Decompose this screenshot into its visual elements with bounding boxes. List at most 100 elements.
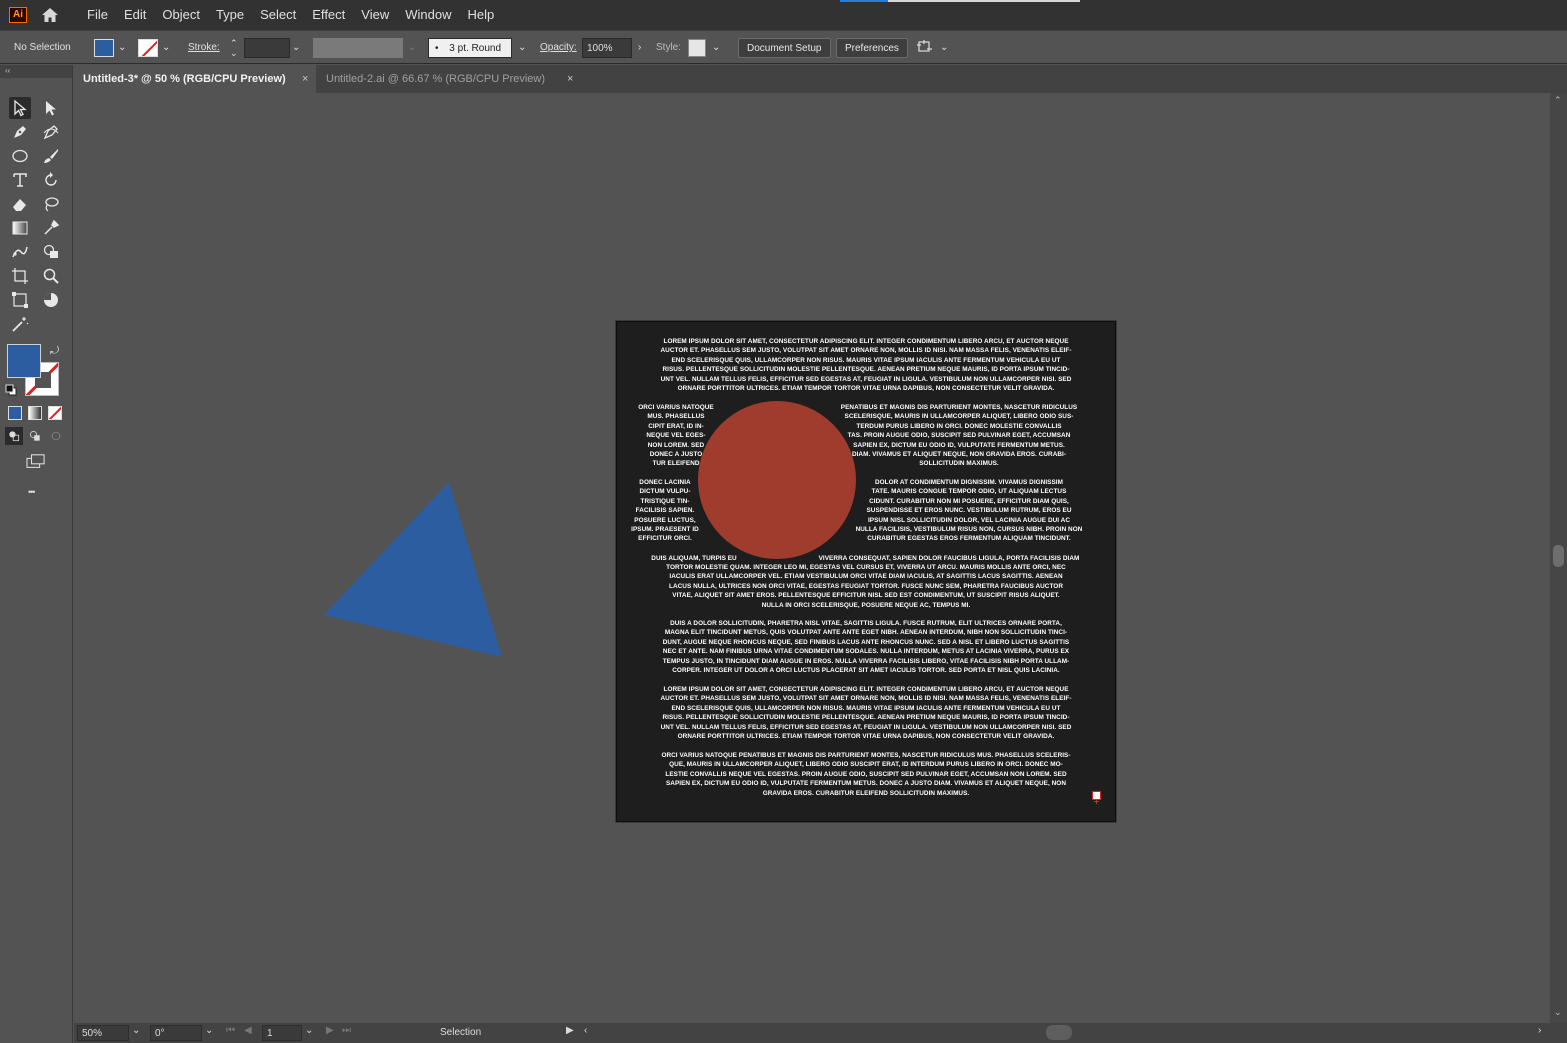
fill-dropdown-chevron-icon[interactable]: ⌄ [118,38,126,58]
stroke-weight-stepper[interactable]: ⌃ ⌄ [230,38,238,58]
color-mode-icon[interactable] [8,406,22,420]
stroke-label[interactable]: Stroke: [188,38,220,58]
fill-color-box[interactable] [7,344,41,378]
shape-builder-tool-icon[interactable] [40,241,62,263]
change-screen-mode-icon[interactable] [24,452,48,472]
close-icon[interactable]: × [567,65,573,93]
lasso-tool-icon[interactable] [40,193,62,215]
text-paragraph-5[interactable]: DUIS A DOLOR SOLLICITUDIN, PHARETRA NISL… [629,619,1103,675]
stroke-swatch[interactable] [138,39,158,59]
default-fill-stroke-icon[interactable] [5,383,17,396]
tab-untitled-2[interactable]: Untitled-2.ai @ 66.67 % (RGB/CPU Preview… [317,65,581,93]
scroll-up-icon[interactable]: ⌃ [1554,95,1562,106]
variable-width-profile[interactable] [313,38,403,58]
vertical-scroll-thumb[interactable] [1553,545,1564,567]
menu-type[interactable]: Type [208,0,252,30]
selection-tool-icon[interactable] [9,97,31,119]
stroke-dropdown-chevron-icon[interactable]: ⌄ [162,38,170,58]
text-wrap-right-1[interactable]: PENATIBUS ET MAGNIS DIS PARTURIENT MONTE… [815,403,1103,469]
close-icon[interactable]: × [302,65,308,93]
text-wrap-right-2[interactable]: DOLOR AT CONDIMENTUM DIGNISSIM. VIVAMUS … [837,478,1101,544]
menu-effect[interactable]: Effect [304,0,353,30]
brush-bullet-icon: • [435,43,439,54]
brush-chevron-icon[interactable]: ⌄ [518,38,526,58]
preferences-button[interactable]: Preferences [836,38,908,58]
vertical-scrollbar[interactable]: ⌃ ⌄ [1550,93,1567,1023]
puppet-warp-tool-icon[interactable] [9,241,31,263]
stroke-weight-chevron-icon[interactable]: ⌄ [292,38,300,58]
eyedropper-tool-icon[interactable] [40,217,62,239]
status-menu-arrow-icon[interactable]: ▶ [566,1025,574,1036]
none-mode-icon[interactable] [48,406,62,420]
scroll-down-icon[interactable]: ⌄ [1554,1007,1562,1018]
fill-swatch[interactable] [94,39,114,59]
artboard-chevron-icon[interactable]: ⌄ [305,1025,313,1036]
menu-view[interactable]: View [353,0,397,30]
direct-selection-tool-icon[interactable] [40,97,62,119]
menu-help[interactable]: Help [459,0,502,30]
zoom-input[interactable]: 50% [77,1025,129,1041]
document-setup-button[interactable]: Document Setup [738,38,831,58]
ellipse-tool-icon[interactable] [9,145,31,167]
menu-window[interactable]: Window [397,0,459,30]
menu-edit[interactable]: Edit [116,0,154,30]
last-artboard-icon[interactable]: ⏭ [342,1025,351,1036]
scroll-right-icon[interactable]: › [1538,1025,1541,1036]
menu-select[interactable]: Select [252,0,304,30]
scroll-left-icon[interactable]: ‹ [584,1025,587,1036]
opacity-arrow-icon[interactable]: › [638,38,641,58]
rotate-tool-icon[interactable] [40,169,62,191]
profile-chevron-icon[interactable]: ⌄ [408,38,416,58]
draw-behind-icon[interactable] [26,427,44,445]
previous-artboard-icon[interactable]: ◀ [244,1025,252,1036]
paintbrush-tool-icon[interactable] [40,145,62,167]
home-icon[interactable] [39,5,61,25]
gradient-tool-icon[interactable] [9,217,31,239]
menu-file[interactable]: File [79,0,116,30]
text-overflow-icon[interactable] [1092,791,1101,804]
gradient-mode-icon[interactable] [28,406,42,420]
rotation-chevron-icon[interactable]: ⌄ [205,1025,213,1036]
first-artboard-icon[interactable]: ⏮ [226,1025,235,1036]
menu-object[interactable]: Object [154,0,208,30]
brush-definition[interactable]: • 3 pt. Round [428,38,512,58]
tab-untitled-3[interactable]: Untitled-3* @ 50 % (RGB/CPU Preview) × [74,65,316,93]
text-wrap-right-3[interactable]: VIVERRA CONSEQUAT, SAPIEN DOLOR FAUCIBUS… [801,554,1097,563]
stroke-weight-input[interactable] [244,38,290,58]
arrange-chevron-icon[interactable]: ⌄ [940,38,948,58]
opacity-input[interactable]: 100% [582,38,632,58]
draw-normal-icon[interactable] [5,427,23,445]
free-transform-tool-icon[interactable] [9,289,31,311]
main-menu: File Edit Object Type Select Effect View… [79,0,502,30]
zoom-tool-icon[interactable] [40,265,62,287]
chart-tool-icon[interactable] [40,289,62,311]
edit-toolbar-icon[interactable]: ••• [28,487,36,497]
text-wrap-left-3[interactable]: DUIS ALIQUAM, TURPIS EU [639,554,749,563]
swap-fill-stroke-icon[interactable]: ⤾ [50,345,59,358]
draw-inside-icon[interactable] [47,427,65,445]
text-paragraph-7[interactable]: ORCI VARIUS NATOQUE PENATIBUS ET MAGNIS … [629,751,1103,798]
artboard-tool-icon[interactable] [9,265,31,287]
curvature-tool-icon[interactable] [40,121,62,143]
artboard[interactable]: LOREM IPSUM DOLOR SIT AMET, CONSECTETUR … [616,321,1116,822]
collapse-panel-icon[interactable]: ‹‹ [0,65,72,78]
text-paragraph-1[interactable]: LOREM IPSUM DOLOR SIT AMET, CONSECTETUR … [629,337,1103,393]
artboard-number-input[interactable]: 1 [262,1025,302,1041]
horizontal-scroll-thumb[interactable] [1046,1025,1072,1040]
text-paragraph-4[interactable]: TORTOR MOLESTIE QUAM. INTEGER LEO MI, EG… [629,563,1103,610]
magic-wand-tool-icon[interactable] [9,313,31,335]
red-circle[interactable] [698,401,856,559]
rotation-input[interactable]: 0° [150,1025,202,1041]
graphic-style-swatch[interactable] [688,39,706,57]
style-chevron-icon[interactable]: ⌄ [712,38,720,58]
blue-triangle[interactable] [324,482,502,657]
text-wrap-left-2[interactable]: DONEC LACINIA DICTUM VULPU- TRISTIQUE TI… [627,478,703,544]
arrange-documents-icon[interactable] [916,39,934,59]
opacity-label[interactable]: Opacity: [540,38,577,58]
zoom-chevron-icon[interactable]: ⌄ [132,1025,140,1036]
pen-tool-icon[interactable] [9,121,31,143]
type-tool-icon[interactable] [9,169,31,191]
next-artboard-icon[interactable]: ▶ [326,1025,334,1036]
text-paragraph-6[interactable]: LOREM IPSUM DOLOR SIT AMET, CONSECTETUR … [629,685,1103,741]
eraser-tool-icon[interactable] [9,193,31,215]
